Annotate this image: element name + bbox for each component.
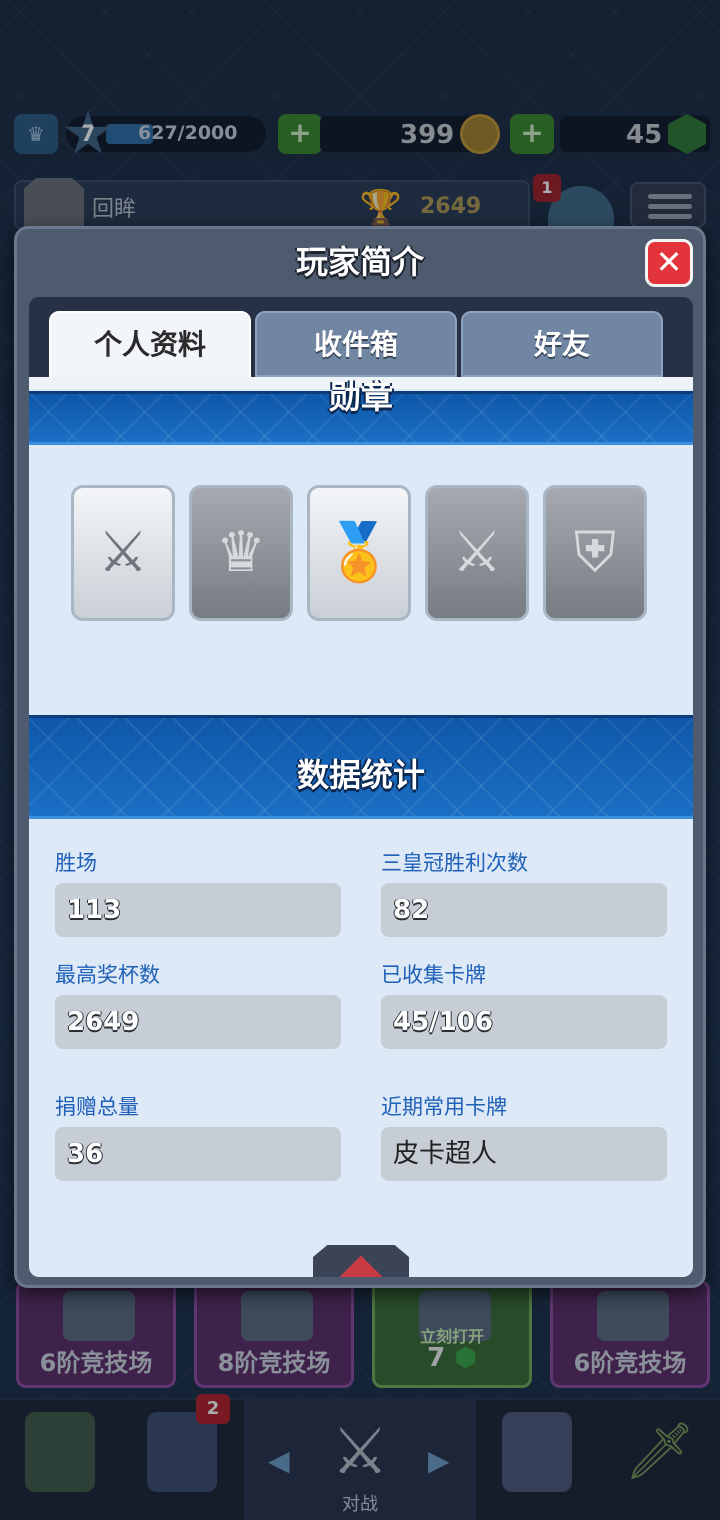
crown-icon: ♛ [215, 520, 267, 585]
crossed-swords-shield-icon: ⛨ [574, 520, 616, 585]
sword-laurel-icon: ⚔ [451, 520, 503, 585]
stats-banner: 数据统计 [29, 715, 693, 819]
stat-value: 113 [55, 883, 341, 937]
clan-war-icon-gem [335, 1255, 387, 1277]
stat-label: 最高奖杯数 [55, 963, 160, 987]
stat-label: 捐赠总量 [55, 1095, 139, 1119]
stat-value: 45/106 [381, 995, 667, 1049]
badges-section-title: 勋章 [328, 378, 393, 416]
stat-value: 皮卡超人 [381, 1127, 667, 1181]
medal-icon: 🏅 [324, 520, 394, 585]
stat-label: 近期常用卡牌 [381, 1095, 507, 1119]
badge-item[interactable]: 🏅 [307, 485, 411, 621]
badge-item[interactable]: ⛨ [543, 485, 647, 621]
stat-label: 胜场 [55, 851, 97, 875]
close-button[interactable]: ✕ [645, 239, 693, 287]
badge-item[interactable]: ⚔ [71, 485, 175, 621]
tab-friends[interactable]: 好友 [461, 311, 663, 377]
stats-section-title: 数据统计 [296, 756, 425, 794]
tab-profile[interactable]: 个人资料 [49, 311, 251, 381]
sword-laurel-icon: ⚔ [97, 520, 149, 585]
player-profile-modal: 玩家简介 ✕ 个人资料 收件箱 好友 勋章 ⚔ ♛ 🏅 ⚔ ⛨ 数据统计 胜场 … [14, 226, 706, 1288]
stat-label: 已收集卡牌 [381, 963, 486, 987]
stat-value: 82 [381, 883, 667, 937]
modal-title: 玩家简介 [295, 243, 424, 281]
clan-war-icon [313, 1245, 409, 1277]
tab-inbox[interactable]: 收件箱 [255, 311, 457, 377]
stat-label: 三皇冠胜利次数 [381, 851, 528, 875]
tab-bar: 个人资料 收件箱 好友 [49, 311, 669, 381]
stat-value: 2649 [55, 995, 341, 1049]
stat-value: 36 [55, 1127, 341, 1181]
modal-body: 个人资料 收件箱 好友 勋章 ⚔ ♛ 🏅 ⚔ ⛨ 数据统计 胜场 113 三皇冠… [29, 297, 693, 1277]
profile-scroll-area[interactable]: 勋章 ⚔ ♛ 🏅 ⚔ ⛨ 数据统计 胜场 113 三皇冠胜利次数 82 最高奖杯… [29, 377, 693, 1277]
badge-item[interactable]: ♛ [189, 485, 293, 621]
badge-item[interactable]: ⚔ [425, 485, 529, 621]
badge-list: ⚔ ♛ 🏅 ⚔ ⛨ [71, 485, 651, 625]
badges-banner: 勋章 [29, 378, 693, 445]
